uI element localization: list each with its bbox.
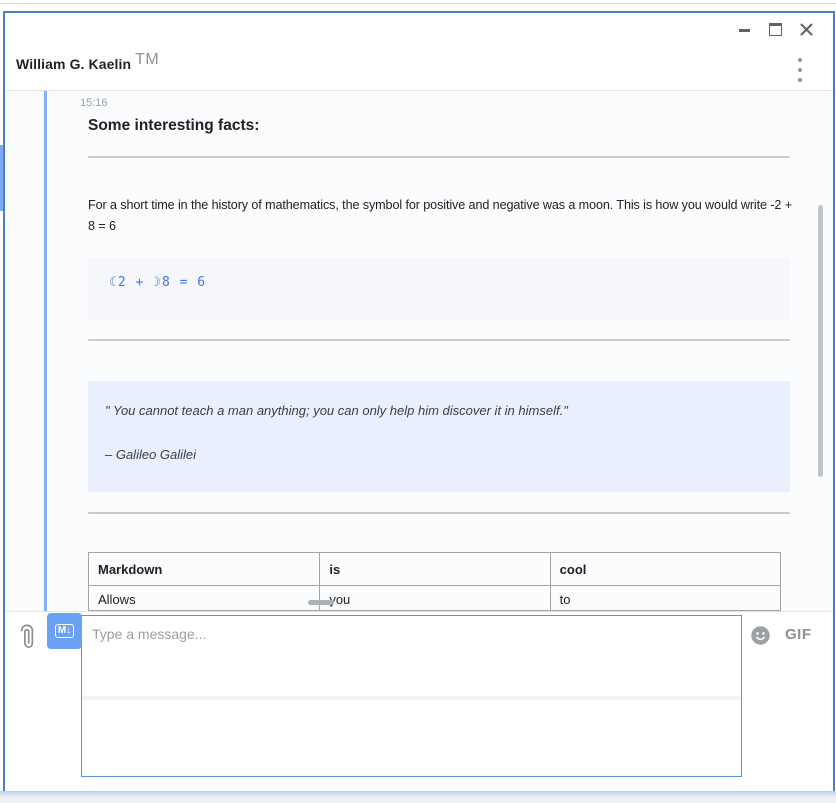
desktop-strip bbox=[0, 791, 836, 803]
table-header-cell: is bbox=[319, 553, 549, 585]
message-paragraph: For a short time in the history of mathe… bbox=[88, 195, 794, 237]
message-divider bbox=[88, 156, 790, 158]
markdown-icon: M↓ bbox=[55, 624, 74, 638]
table-cell: you bbox=[319, 586, 549, 611]
contact-name: William G. Kaelin bbox=[16, 56, 131, 72]
menu-button[interactable] bbox=[793, 57, 807, 83]
message-divider bbox=[88, 512, 790, 514]
minimize-button[interactable] bbox=[733, 21, 755, 39]
table-scroll-handle[interactable] bbox=[308, 600, 334, 605]
compose-area: M↓ Type a message... GIF bbox=[5, 611, 833, 793]
app-window: William G. KaelinTM 15:16 Some interesti… bbox=[0, 0, 836, 803]
title-suffix: TM bbox=[135, 51, 159, 68]
emoji-button[interactable] bbox=[750, 625, 771, 646]
close-icon bbox=[800, 23, 813, 36]
kebab-menu-icon bbox=[798, 58, 802, 62]
message-accent-bar bbox=[44, 91, 47, 611]
message-input[interactable]: Type a message... bbox=[81, 615, 742, 777]
table-cell: Allows bbox=[89, 586, 319, 611]
code-text: ☾2 + ☽8 = 6 bbox=[109, 275, 206, 290]
minimize-icon bbox=[739, 29, 750, 32]
message-divider bbox=[88, 339, 790, 341]
quote-attribution: – Galileo Galilei bbox=[105, 447, 196, 462]
table-cell: to bbox=[550, 586, 780, 611]
input-divider bbox=[82, 696, 741, 700]
maximize-button[interactable] bbox=[764, 19, 786, 39]
kebab-menu-icon bbox=[798, 78, 802, 82]
maximize-icon bbox=[769, 23, 782, 36]
window-edge-tab bbox=[0, 145, 3, 211]
gif-button[interactable]: GIF bbox=[785, 626, 812, 643]
desktop-edge-line bbox=[0, 3, 836, 4]
message-list: 15:16 Some interesting facts: For a shor… bbox=[5, 91, 833, 611]
quote-text: " You cannot teach a man anything; you c… bbox=[105, 403, 568, 418]
kebab-menu-icon bbox=[798, 68, 802, 72]
chat-window: William G. KaelinTM 15:16 Some interesti… bbox=[3, 11, 835, 795]
code-block: ☾2 + ☽8 = 6 bbox=[88, 258, 790, 320]
conversation-title: William G. KaelinTM bbox=[16, 56, 159, 74]
table-header-cell: cool bbox=[550, 553, 780, 585]
scrollbar-thumb[interactable] bbox=[818, 205, 823, 477]
blockquote: " You cannot teach a man anything; you c… bbox=[88, 381, 790, 492]
close-button[interactable] bbox=[795, 19, 817, 39]
paperclip-icon bbox=[16, 622, 38, 652]
markdown-table: Markdown is cool Allows you to bbox=[88, 552, 781, 611]
table-header-cell: Markdown bbox=[89, 553, 319, 585]
table-header-row: Markdown is cool bbox=[89, 553, 780, 586]
smiley-icon bbox=[750, 625, 771, 646]
message-timestamp: 15:16 bbox=[80, 97, 108, 109]
table-row: Allows you to bbox=[89, 586, 780, 611]
markdown-badge[interactable]: M↓ bbox=[47, 613, 82, 649]
attach-button[interactable] bbox=[16, 622, 38, 657]
message-heading: Some interesting facts: bbox=[88, 117, 259, 135]
input-placeholder: Type a message... bbox=[92, 626, 206, 642]
